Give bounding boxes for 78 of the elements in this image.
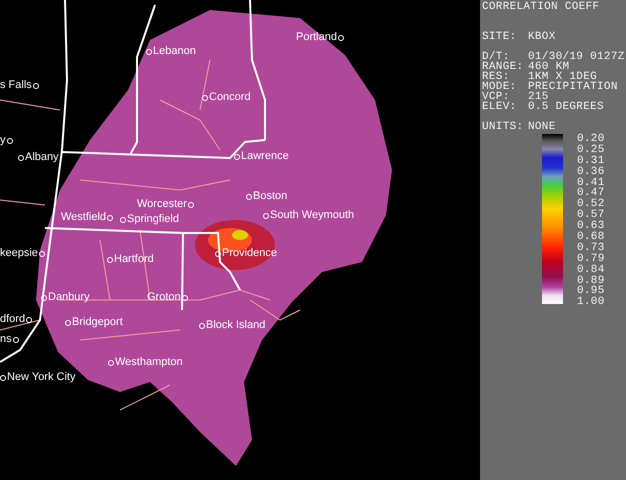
field-label: UNITS: [482, 122, 524, 132]
scale-label: 0.36 [577, 166, 605, 178]
scale-label: 0.41 [577, 178, 605, 188]
city-label: s Falls [0, 79, 32, 92]
field-label: RANGE: [482, 62, 524, 72]
city-marker-icon [41, 294, 47, 300]
field-label: D/T: [482, 52, 510, 62]
field-value: 215 [528, 92, 549, 102]
city-label: Westfield [61, 211, 106, 224]
field-value: 1KM X 1DEG [528, 72, 598, 82]
city-marker-icon [65, 320, 71, 326]
city-label: y [0, 134, 6, 147]
city-label: Worcester [137, 198, 187, 211]
city-marker-icon [107, 256, 113, 262]
field-label: VCP: [482, 92, 510, 102]
scale-label: 0.57 [577, 210, 605, 222]
city-marker-icon [263, 212, 269, 218]
product-title: CORRELATION COEFF [482, 2, 600, 12]
scale-label: 0.52 [577, 199, 605, 210]
city-marker-icon [0, 374, 6, 380]
city-marker-icon [107, 214, 114, 220]
city-marker-icon [26, 316, 32, 322]
city-label: Lebanon [153, 45, 196, 58]
city-marker-icon [32, 82, 39, 88]
city-marker-icon [108, 360, 114, 366]
city-marker-icon [215, 250, 221, 256]
city-label: Block Island [206, 319, 266, 332]
field-label: SITE: [482, 32, 518, 42]
scale-label: 0.63 [577, 221, 605, 232]
city-marker-icon [38, 250, 45, 256]
city-marker-icon [120, 216, 126, 222]
field-label: RES: [482, 72, 510, 82]
field-value: NONE [528, 122, 556, 132]
scale-label: 0.73 [577, 242, 605, 254]
scale-label: 0.89 [577, 276, 605, 286]
city-marker-icon [234, 154, 240, 160]
scale-label: 1.00 [577, 297, 605, 308]
city-label: Springfield [127, 213, 179, 226]
field-value: 460 KM [528, 62, 570, 72]
city-marker-icon [146, 48, 152, 54]
city-label: Hartford [114, 253, 154, 266]
scale-label: 0.47 [577, 188, 605, 200]
city-marker-icon [6, 138, 12, 144]
city-label: Concord [209, 91, 251, 104]
scale-label: 0.79 [577, 254, 605, 265]
scale-label: 0.20 [577, 134, 605, 145]
city-label: Groton [147, 291, 181, 304]
city-marker-icon [18, 154, 24, 160]
scale-label: 0.25 [577, 144, 605, 156]
scale-label: 0.68 [577, 232, 605, 243]
city-label: Lawrence [241, 150, 289, 163]
scale-label: 0.95 [577, 286, 605, 298]
city-label: South Weymouth [270, 209, 354, 222]
field-label: ELEV: [482, 102, 518, 112]
city-label: Providence [222, 247, 278, 260]
field-value: KBOX [528, 32, 556, 42]
field-value: 0.5 DEGREES [528, 102, 604, 112]
scale-label: 0.31 [577, 156, 605, 167]
city-label: Danbury [48, 291, 90, 304]
city-label: Boston [253, 190, 288, 203]
city-marker-icon [12, 336, 19, 342]
city-marker-icon [202, 94, 208, 100]
city-label: New York City [7, 371, 76, 384]
field-value: 01/30/19 0127Z [528, 52, 625, 62]
city-label: ns [0, 333, 12, 346]
city-label: Westhampton [115, 356, 183, 369]
city-label: dford [0, 313, 26, 326]
city-marker-icon [199, 322, 205, 328]
city-label: Albany [25, 151, 59, 164]
city-marker-icon [246, 194, 252, 200]
field-value: PRECIPITATION [528, 82, 618, 92]
city-marker-icon [182, 294, 188, 300]
field-label: MODE: [482, 82, 518, 92]
city-label: keepsie [0, 247, 38, 260]
scale-label: 0.84 [577, 264, 605, 276]
city-marker-icon [188, 202, 194, 208]
city-marker-icon [338, 34, 344, 40]
city-label: Bridgeport [72, 316, 123, 329]
